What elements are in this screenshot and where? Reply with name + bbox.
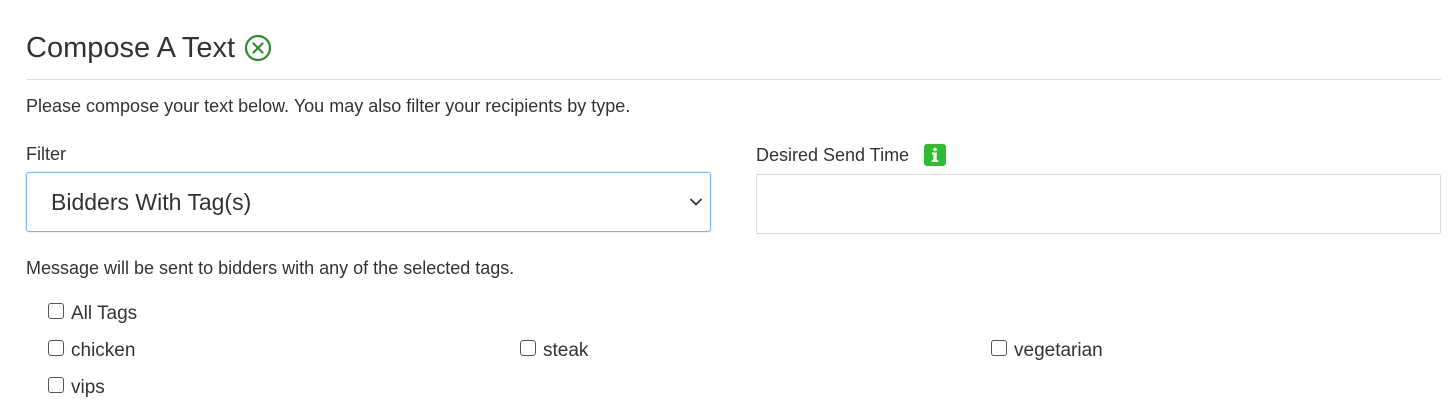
page-title-text: Compose A Text xyxy=(26,32,236,64)
checkbox[interactable] xyxy=(48,303,64,319)
filter-label: Filter xyxy=(26,144,66,164)
tag-option-steak[interactable]: steak xyxy=(520,340,588,362)
tag-label: All Tags xyxy=(71,303,138,324)
tag-option-vips[interactable]: vips xyxy=(48,377,105,399)
tag-option-chicken[interactable]: chicken xyxy=(48,340,135,362)
tag-option-vegetarian[interactable]: vegetarian xyxy=(991,340,1103,362)
close-circle-icon[interactable] xyxy=(244,34,272,62)
send-time-label: Desired Send Time xyxy=(756,144,947,166)
tag-option-all[interactable]: All Tags xyxy=(48,303,137,325)
chevron-down-icon xyxy=(687,193,705,211)
tag-label: vips xyxy=(71,377,105,398)
checkbox[interactable] xyxy=(48,377,64,393)
tag-filter-note: Message will be sent to bidders with any… xyxy=(26,258,515,278)
page-title: Compose A Text xyxy=(26,30,272,66)
tag-label: steak xyxy=(543,340,589,361)
title-divider xyxy=(26,79,1441,80)
send-time-label-text: Desired Send Time xyxy=(756,144,910,165)
tag-label: vegetarian xyxy=(1014,340,1103,361)
filter-select-value: Bidders With Tag(s) xyxy=(51,189,252,215)
checkbox[interactable] xyxy=(991,340,1007,356)
filter-select[interactable]: Bidders With Tag(s) xyxy=(26,172,711,232)
info-icon[interactable] xyxy=(924,144,947,166)
checkbox[interactable] xyxy=(520,340,536,356)
checkbox[interactable] xyxy=(48,340,64,356)
desired-send-time-input[interactable] xyxy=(756,174,1441,234)
tag-label: chicken xyxy=(71,340,136,361)
intro-text: Please compose your text below. You may … xyxy=(26,96,631,116)
